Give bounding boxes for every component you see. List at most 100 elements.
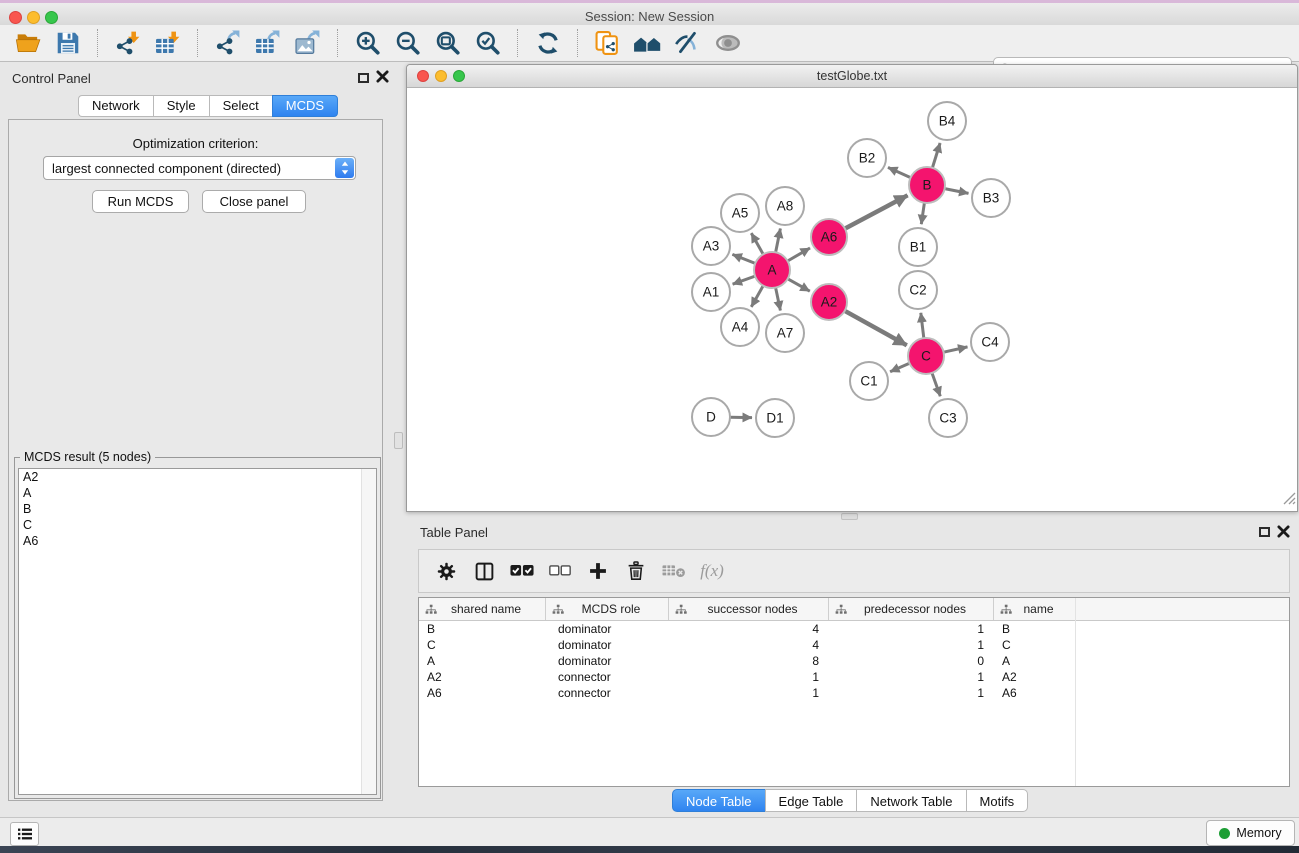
table-row[interactable]: Cdominator41C bbox=[419, 637, 1289, 653]
graph-node-A7[interactable]: A7 bbox=[766, 314, 804, 352]
edge-C-C3[interactable] bbox=[932, 373, 940, 396]
mcds-result-item[interactable]: A6 bbox=[19, 533, 376, 549]
table-settings-button[interactable] bbox=[430, 554, 462, 588]
table-panel-float-icon[interactable] bbox=[1259, 527, 1270, 537]
control-panel-close-icon[interactable] bbox=[376, 70, 389, 88]
save-session-button[interactable] bbox=[51, 27, 85, 59]
edge-C-C1[interactable] bbox=[890, 363, 909, 372]
graph-node-C1[interactable]: C1 bbox=[850, 362, 888, 400]
clone-network-button[interactable] bbox=[591, 27, 625, 59]
graph-node-C4[interactable]: C4 bbox=[971, 323, 1009, 361]
table-cell[interactable]: A2 bbox=[994, 670, 1076, 684]
table-cell[interactable]: B bbox=[994, 622, 1076, 636]
close-panel-button[interactable]: Close panel bbox=[202, 190, 306, 213]
tab-style[interactable]: Style bbox=[153, 95, 209, 117]
table-cell[interactable]: 4 bbox=[669, 638, 829, 652]
home-button[interactable] bbox=[631, 27, 665, 59]
export-table-button[interactable] bbox=[251, 27, 285, 59]
delete-column-button[interactable] bbox=[620, 554, 652, 588]
window-resize-grip[interactable] bbox=[1283, 492, 1296, 510]
table-cell[interactable]: C bbox=[994, 638, 1076, 652]
open-session-button[interactable] bbox=[11, 27, 45, 59]
graph-node-B1[interactable]: B1 bbox=[899, 228, 937, 266]
column-header-name[interactable]: name bbox=[994, 598, 1076, 620]
table-row[interactable]: A6connector11A6 bbox=[419, 685, 1289, 701]
edge-A6-B[interactable] bbox=[845, 195, 908, 228]
deselect-all-rows-button[interactable] bbox=[544, 554, 576, 588]
graph-node-A2[interactable]: A2 bbox=[811, 284, 847, 320]
tab-network[interactable]: Network bbox=[78, 95, 153, 117]
graph-node-C2[interactable]: C2 bbox=[899, 271, 937, 309]
horizontal-splitter-handle[interactable] bbox=[841, 513, 858, 520]
table-panel-close-icon[interactable] bbox=[1277, 525, 1290, 543]
tab-mcds[interactable]: MCDS bbox=[272, 95, 338, 117]
edge-B-B1[interactable] bbox=[921, 203, 924, 224]
graph-node-A3[interactable]: A3 bbox=[692, 227, 730, 265]
graph-node-D1[interactable]: D1 bbox=[756, 399, 794, 437]
tab-select[interactable]: Select bbox=[209, 95, 272, 117]
edge-A-A2[interactable] bbox=[788, 279, 810, 291]
import-network-button[interactable] bbox=[111, 27, 145, 59]
table-cell[interactable]: 1 bbox=[829, 670, 994, 684]
import-table-button[interactable] bbox=[151, 27, 185, 59]
table-cell[interactable]: dominator bbox=[546, 654, 669, 668]
table-cell[interactable]: 1 bbox=[669, 670, 829, 684]
memory-button[interactable]: Memory bbox=[1206, 820, 1295, 846]
graph-node-D[interactable]: D bbox=[692, 398, 730, 436]
criterion-select[interactable]: largest connected component (directed) bbox=[43, 156, 356, 180]
table-cell[interactable]: 8 bbox=[669, 654, 829, 668]
tab-edge-table[interactable]: Edge Table bbox=[765, 789, 857, 812]
export-image-button[interactable] bbox=[291, 27, 325, 59]
table-cell[interactable]: 1 bbox=[829, 638, 994, 652]
table-cell[interactable]: A bbox=[419, 654, 546, 668]
graph-node-B3[interactable]: B3 bbox=[972, 179, 1010, 217]
zoom-selected-button[interactable] bbox=[471, 27, 505, 59]
table-cell[interactable]: 0 bbox=[829, 654, 994, 668]
edge-A-A1[interactable] bbox=[733, 276, 756, 284]
table-columns-button[interactable] bbox=[468, 554, 500, 588]
table-cell[interactable]: connector bbox=[546, 686, 669, 700]
tab-motifs[interactable]: Motifs bbox=[966, 789, 1029, 812]
export-network-button[interactable] bbox=[211, 27, 245, 59]
table-row[interactable]: A2connector11A2 bbox=[419, 669, 1289, 685]
edge-A-A3[interactable] bbox=[732, 254, 755, 263]
table-cell[interactable]: dominator bbox=[546, 638, 669, 652]
graph-node-B[interactable]: B bbox=[909, 167, 945, 203]
edge-C-C2[interactable] bbox=[921, 313, 924, 338]
tab-network-table[interactable]: Network Table bbox=[856, 789, 965, 812]
graph-node-C[interactable]: C bbox=[908, 338, 944, 374]
control-panel-float-icon[interactable] bbox=[358, 73, 369, 83]
mcds-result-item[interactable]: A bbox=[19, 485, 376, 501]
graph-node-A8[interactable]: A8 bbox=[766, 187, 804, 225]
network-window-titlebar[interactable]: testGlobe.txt bbox=[407, 65, 1297, 88]
edge-B-B2[interactable] bbox=[888, 167, 911, 177]
table-row[interactable]: Adominator80A bbox=[419, 653, 1289, 669]
table-cell[interactable]: A6 bbox=[419, 686, 546, 700]
refresh-button[interactable] bbox=[531, 27, 565, 59]
table-cell[interactable]: 1 bbox=[829, 686, 994, 700]
edge-A-A7[interactable] bbox=[776, 288, 781, 311]
hide-panels-button[interactable] bbox=[671, 27, 705, 59]
run-mcds-button[interactable]: Run MCDS bbox=[92, 190, 189, 213]
table-cell[interactable]: 4 bbox=[669, 622, 829, 636]
table-cell[interactable]: connector bbox=[546, 670, 669, 684]
graph-node-A4[interactable]: A4 bbox=[721, 308, 759, 346]
tab-node-table[interactable]: Node Table bbox=[672, 789, 765, 812]
graph-node-C3[interactable]: C3 bbox=[929, 399, 967, 437]
select-all-rows-button[interactable] bbox=[506, 554, 538, 588]
table-cell[interactable]: 1 bbox=[829, 622, 994, 636]
add-column-button[interactable] bbox=[582, 554, 614, 588]
column-header-MCDS-role[interactable]: MCDS role bbox=[546, 598, 669, 620]
table-cell[interactable]: dominator bbox=[546, 622, 669, 636]
vertical-splitter-handle[interactable] bbox=[394, 432, 403, 449]
mcds-result-item[interactable]: B bbox=[19, 501, 376, 517]
edge-B-B3[interactable] bbox=[945, 189, 969, 194]
edge-C-C4[interactable] bbox=[944, 347, 968, 352]
zoom-in-button[interactable] bbox=[351, 27, 385, 59]
status-list-button[interactable] bbox=[10, 822, 39, 846]
mcds-list-scrollbar[interactable] bbox=[361, 469, 376, 794]
table-cell[interactable]: A bbox=[994, 654, 1076, 668]
graph-node-B2[interactable]: B2 bbox=[848, 139, 886, 177]
edge-A-A8[interactable] bbox=[776, 229, 781, 253]
graph-node-B4[interactable]: B4 bbox=[928, 102, 966, 140]
